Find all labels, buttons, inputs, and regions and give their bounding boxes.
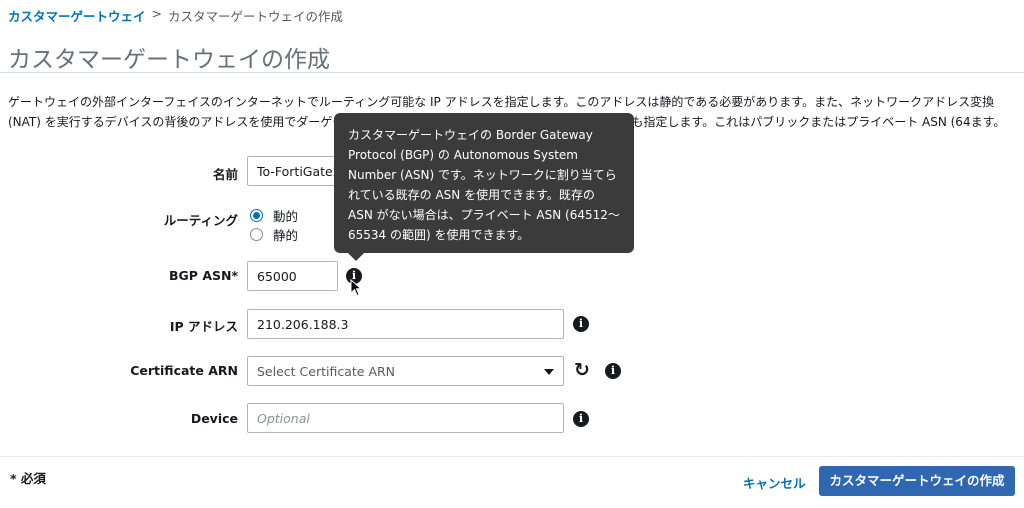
routing-option-static-label: 静的 <box>273 228 299 243</box>
ip-address-label: IP アドレス <box>169 319 238 334</box>
breadcrumb-separator: > <box>151 6 162 21</box>
bgp-asn-tooltip: カスタマーゲートウェイの Border Gateway Protocol (BG… <box>334 113 634 261</box>
footer-divider <box>0 456 1024 457</box>
name-label: 名前 <box>212 167 238 182</box>
breadcrumb-current: カスタマーゲートウェイの作成 <box>168 9 344 24</box>
device-info-icon[interactable]: i <box>573 411 589 427</box>
cancel-button[interactable]: キャンセル <box>743 473 806 492</box>
certificate-arn-select[interactable]: Select Certificate ARN <box>247 356 564 386</box>
title-divider <box>0 72 1024 73</box>
tooltip-text: カスタマーゲートウェイの Border Gateway Protocol (BG… <box>348 128 620 242</box>
ip-address-info-icon[interactable]: i <box>573 316 589 332</box>
certificate-arn-label: Certificate ARN <box>130 363 238 378</box>
radio-static[interactable] <box>250 228 263 241</box>
refresh-icon[interactable]: ↻ <box>574 361 590 380</box>
radio-dynamic[interactable] <box>250 209 263 222</box>
ip-address-input[interactable] <box>247 309 564 339</box>
create-customer-gateway-button[interactable]: カスタマーゲートウェイの作成 <box>819 466 1015 496</box>
certificate-arn-info-icon[interactable]: i <box>605 363 621 379</box>
routing-label: ルーティング <box>163 213 238 228</box>
device-label: Device <box>190 411 238 426</box>
bgp-asn-input[interactable] <box>247 261 338 291</box>
bgp-asn-label: BGP ASN* <box>169 268 238 283</box>
certificate-arn-placeholder: Select Certificate ARN <box>257 364 396 379</box>
chevron-down-icon <box>544 369 554 375</box>
routing-option-dynamic[interactable]: 動的 <box>250 206 298 225</box>
routing-option-static[interactable]: 静的 <box>250 225 298 244</box>
breadcrumb-link-customer-gateways[interactable]: カスタマーゲートウェイ <box>8 6 146 25</box>
required-note: * 必須 <box>10 471 46 486</box>
routing-option-dynamic-label: 動的 <box>273 209 299 224</box>
page-title: カスタマーゲートウェイの作成 <box>8 47 330 73</box>
device-input[interactable] <box>247 403 564 433</box>
breadcrumb: カスタマーゲートウェイ > カスタマーゲートウェイの作成 <box>8 6 343 25</box>
mouse-pointer-icon <box>350 279 362 297</box>
